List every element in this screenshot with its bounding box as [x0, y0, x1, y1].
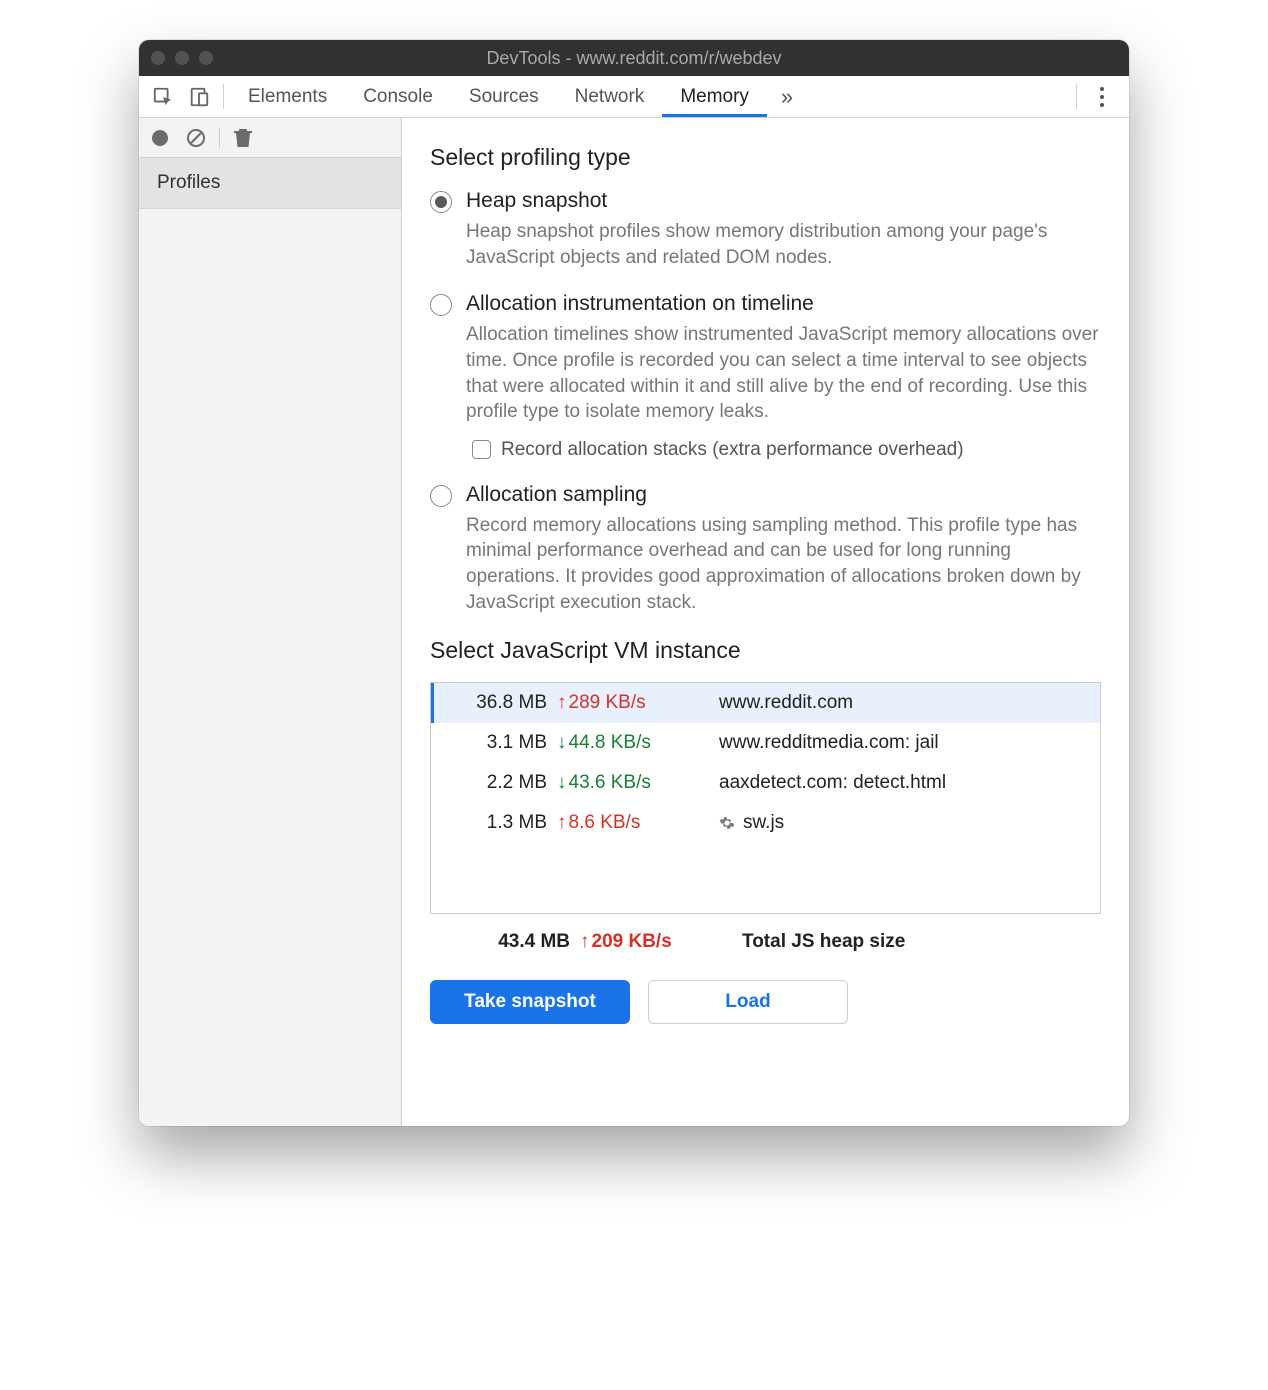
vm-origin: www.redditmedia.com: jail [697, 732, 1094, 754]
tabbar-separator [223, 84, 224, 109]
profiling-option: Allocation sampling Record memory allocat… [430, 483, 1101, 616]
load-button[interactable]: Load [648, 980, 848, 1024]
vm-size: 3.1 MB [431, 732, 557, 754]
profiling-option: Heap snapshot Heap snapshot profiles show… [430, 189, 1101, 270]
vm-rate: ↑289 KB/s [557, 692, 697, 714]
vm-rate: ↓43.6 KB/s [557, 772, 697, 794]
vm-instance-row[interactable]: 1.3 MB↑8.6 KB/ssw.js [431, 803, 1100, 843]
vm-origin: sw.js [697, 812, 1094, 834]
delete-icon[interactable] [230, 125, 256, 151]
main-panel: Select profiling type Heap snapshotHeap … [402, 118, 1129, 1126]
clear-icon[interactable] [183, 125, 209, 151]
menu-icon[interactable] [1087, 76, 1117, 117]
vm-rate: ↑8.6 KB/s [557, 812, 697, 834]
vm-instance-list: 36.8 MB↑289 KB/swww.reddit.com3.1 MB↓44.… [430, 682, 1101, 914]
arrow-up-icon: ↑ [557, 692, 567, 714]
vm-size: 1.3 MB [431, 812, 557, 834]
tab-memory[interactable]: Memory [662, 76, 767, 117]
tab-console[interactable]: Console [345, 76, 451, 117]
vm-instance-row[interactable]: 36.8 MB↑289 KB/swww.reddit.com [431, 683, 1100, 723]
tab-elements[interactable]: Elements [230, 76, 345, 117]
record-allocation-stacks-checkbox[interactable] [472, 440, 491, 459]
total-size: 43.4 MB [430, 931, 580, 953]
arrow-up-icon: ↑ [580, 931, 590, 953]
vm-size: 2.2 MB [431, 772, 557, 794]
vm-summary-row: 43.4 MB ↑209 KB/s Total JS heap size [430, 920, 1101, 964]
arrow-down-icon: ↓ [557, 732, 567, 754]
devtools-window: DevTools - www.reddit.com/r/webdev Eleme… [139, 40, 1129, 1126]
option-title: Heap snapshot [466, 189, 1101, 213]
radio-allocation-instrumentation-on-timeline[interactable] [430, 294, 452, 316]
option-title: Allocation sampling [466, 483, 1101, 507]
vm-instance-row[interactable]: 3.1 MB↓44.8 KB/swww.redditmedia.com: jai… [431, 723, 1100, 763]
option-description: Heap snapshot profiles show memory distr… [466, 219, 1101, 270]
vm-rate: ↓44.8 KB/s [557, 732, 697, 754]
radio-heap-snapshot[interactable] [430, 191, 452, 213]
zoom-dot[interactable] [199, 51, 213, 65]
gear-icon [719, 815, 735, 831]
tab-sources[interactable]: Sources [451, 76, 557, 117]
close-dot[interactable] [151, 51, 165, 65]
sidebar: Profiles [139, 118, 402, 1126]
tabs-overflow-icon[interactable]: » [767, 76, 807, 117]
vm-origin: www.reddit.com [697, 692, 1094, 714]
sidebar-toolbar [139, 118, 401, 158]
vm-size: 36.8 MB [431, 692, 557, 714]
take-snapshot-button[interactable]: Take snapshot [430, 980, 630, 1024]
profiles-header[interactable]: Profiles [139, 158, 401, 209]
arrow-down-icon: ↓ [557, 772, 567, 794]
vm-instance-heading: Select JavaScript VM instance [430, 637, 1101, 664]
record-icon[interactable] [147, 125, 173, 151]
total-label: Total JS heap size [720, 931, 1101, 953]
arrow-up-icon: ↑ [557, 812, 567, 834]
traffic-lights [151, 51, 213, 65]
device-toggle-icon[interactable] [181, 76, 217, 117]
profiling-type-heading: Select profiling type [430, 144, 1101, 171]
tabbar: ElementsConsoleSourcesNetworkMemory » [139, 76, 1129, 118]
minimize-dot[interactable] [175, 51, 189, 65]
inspect-element-icon[interactable] [145, 76, 181, 117]
checkbox-label: Record allocation stacks (extra performa… [501, 439, 964, 461]
option-description: Record memory allocations using sampling… [466, 513, 1101, 616]
vm-instance-row[interactable]: 2.2 MB↓43.6 KB/saaxdetect.com: detect.ht… [431, 763, 1100, 803]
option-title: Allocation instrumentation on timeline [466, 292, 1101, 316]
option-description: Allocation timelines show instrumented J… [466, 322, 1101, 425]
tab-network[interactable]: Network [557, 76, 663, 117]
vm-origin: aaxdetect.com: detect.html [697, 772, 1094, 794]
window-title: DevTools - www.reddit.com/r/webdev [139, 48, 1129, 69]
radio-allocation-sampling[interactable] [430, 485, 452, 507]
total-rate: ↑209 KB/s [580, 931, 720, 953]
profiling-option: Allocation instrumentation on timeline Al… [430, 292, 1101, 461]
titlebar: DevTools - www.reddit.com/r/webdev [139, 40, 1129, 76]
